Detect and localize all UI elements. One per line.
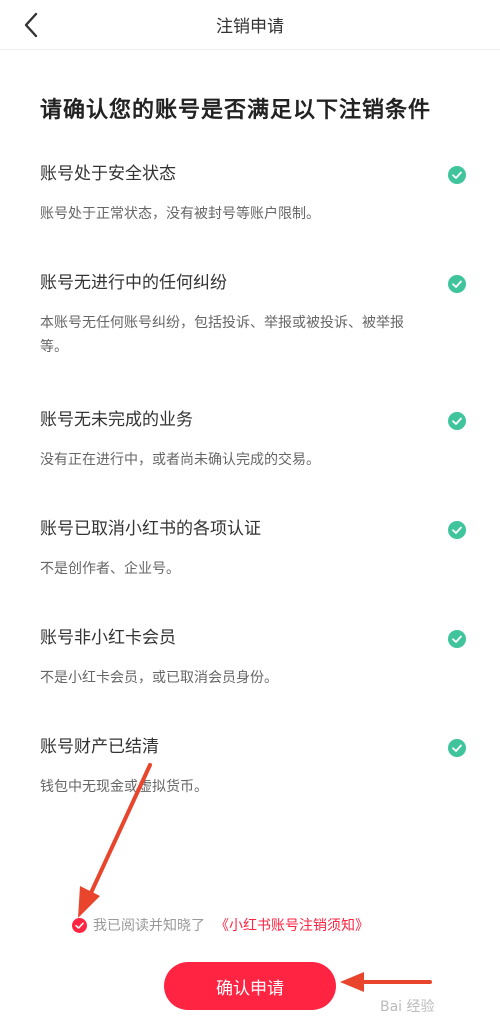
condition-item-business: 账号无未完成的业务 没有正在进行中，或者尚未确认完成的交易。 (40, 408, 470, 472)
condition-title: 账号已取消小红书的各项认证 (40, 519, 261, 539)
watermark: Bai 经验 (380, 999, 435, 1015)
condition-item-certification: 账号已取消小红书的各项认证 不是创作者、企业号。 (40, 517, 470, 581)
condition-title: 账号财产已结清 (40, 737, 159, 757)
agreement-row: 我已阅读并知晓了 《小红书账号注销须知》 (72, 913, 369, 937)
condition-item-security: 账号处于安全状态 账号处于正常状态，没有被封号等账户限制。 (40, 162, 470, 226)
nav-bar: 注销申请 (0, 0, 500, 50)
check-circle-icon (448, 275, 466, 293)
condition-desc: 不是小红卡会员，或已取消会员身份。 (40, 670, 278, 686)
agreement-text: 我已阅读并知晓了 (93, 918, 205, 934)
annotation-arrows (78, 763, 432, 992)
check-circle-icon (448, 630, 466, 648)
check-circle-icon (448, 739, 466, 757)
condition-desc: 本账号无任何账号纠纷，包括投诉、举报或被投诉、被举报等。 (40, 315, 404, 355)
condition-desc: 不是创作者、企业号。 (40, 561, 180, 577)
condition-desc: 钱包中无现金或虚拟货币。 (40, 779, 208, 795)
condition-title: 账号非小红卡会员 (40, 628, 176, 648)
condition-desc: 账号处于正常状态，没有被封号等账户限制。 (40, 206, 320, 222)
condition-title: 账号无未完成的业务 (40, 410, 193, 430)
condition-item-membership: 账号非小红卡会员 不是小红卡会员，或已取消会员身份。 (40, 626, 470, 690)
check-circle-icon (448, 166, 466, 184)
agreement-link[interactable]: 《小红书账号注销须知》 (215, 915, 369, 935)
annotation-arrow-button (340, 972, 432, 992)
condition-title: 账号无进行中的任何纠纷 (40, 273, 227, 293)
check-circle-icon (448, 412, 466, 430)
condition-item-dispute: 账号无进行中的任何纠纷 本账号无任何账号纠纷，包括投诉、举报或被投诉、被举报等。 (40, 271, 470, 359)
conditions-heading: 请确认您的账号是否满足以下注销条件 (40, 98, 432, 123)
page-title: 注销申请 (216, 17, 284, 37)
confirm-apply-button[interactable]: 确认申请 (164, 962, 336, 1010)
check-circle-icon (448, 521, 466, 539)
checked-circle-icon[interactable] (72, 917, 87, 933)
condition-desc: 没有正在进行中，或者尚未确认完成的交易。 (40, 452, 320, 468)
condition-item-assets: 账号财产已结清 钱包中无现金或虚拟货币。 (40, 735, 470, 799)
condition-title: 账号处于安全状态 (40, 164, 176, 184)
